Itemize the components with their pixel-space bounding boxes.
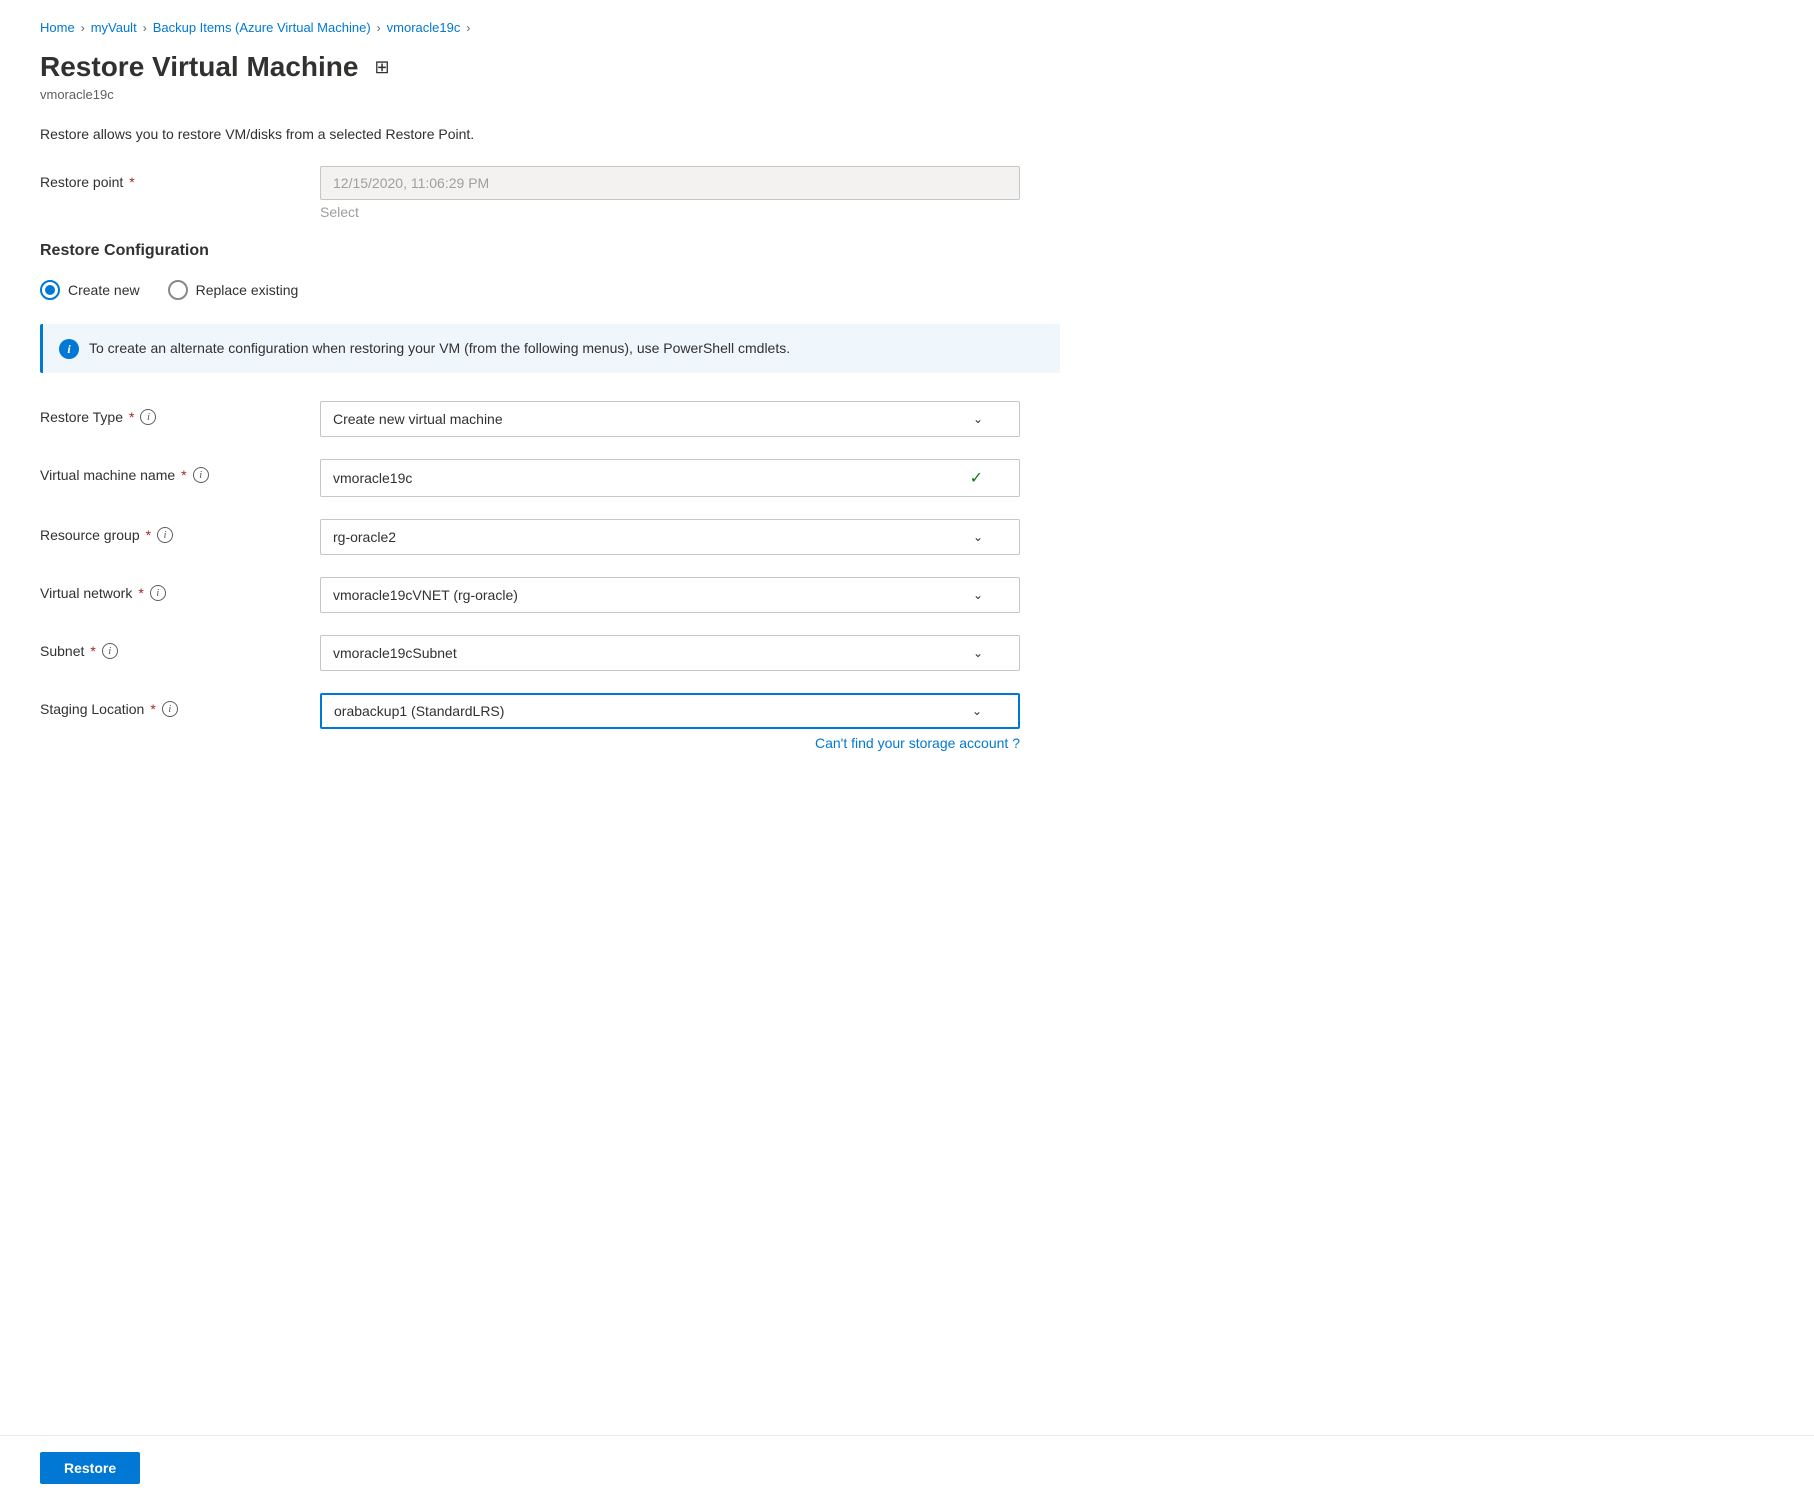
staging-location-control: orabackup1 (StandardLRS) ⌄ Can't find yo… (320, 693, 1020, 751)
radio-replace-existing-circle[interactable] (168, 280, 188, 300)
subnet-required: * (90, 643, 95, 659)
restore-type-chevron: ⌄ (973, 412, 983, 426)
breadcrumb-myvault[interactable]: myVault (91, 20, 137, 35)
virtual-network-dropdown[interactable]: vmoracle19cVNET (rg-oracle) ⌄ (320, 577, 1020, 613)
restore-type-required: * (129, 409, 134, 425)
virtual-network-label: Virtual network * i (40, 577, 320, 601)
restore-config-heading: Restore Configuration (40, 242, 1060, 260)
radio-create-new[interactable]: Create new (40, 280, 140, 300)
staging-location-info-icon[interactable]: i (162, 701, 178, 717)
subnet-label: Subnet * i (40, 635, 320, 659)
subnet-chevron: ⌄ (973, 646, 983, 660)
resource-group-required: * (146, 527, 151, 543)
resource-group-dropdown[interactable]: rg-oracle2 ⌄ (320, 519, 1020, 555)
restore-type-dropdown[interactable]: Create new virtual machine ⌄ (320, 401, 1020, 437)
restore-type-control: Create new virtual machine ⌄ (320, 401, 1020, 437)
info-banner: i To create an alternate configuration w… (40, 324, 1060, 373)
resource-group-label: Resource group * i (40, 519, 320, 543)
vm-name-row: Virtual machine name * i vmoracle19c ✓ (40, 459, 1060, 497)
breadcrumb-sep-3: › (377, 21, 381, 35)
breadcrumb-current: vmoracle19c (387, 20, 461, 35)
breadcrumb-home[interactable]: Home (40, 20, 75, 35)
restore-type-value: Create new virtual machine (333, 411, 503, 427)
info-banner-icon: i (59, 339, 79, 359)
restore-type-row: Restore Type * i Create new virtual mach… (40, 401, 1060, 437)
breadcrumb-sep-1: › (81, 21, 85, 35)
subnet-value: vmoracle19cSubnet (333, 645, 457, 661)
staging-location-dropdown-wrapper: orabackup1 (StandardLRS) ⌄ (320, 693, 1020, 729)
virtual-network-dropdown-wrapper: vmoracle19cVNET (rg-oracle) ⌄ (320, 577, 1020, 613)
restore-point-required: * (129, 174, 134, 190)
vm-name-required: * (181, 467, 186, 483)
radio-create-new-inner (45, 285, 55, 295)
resource-group-row: Resource group * i rg-oracle2 ⌄ (40, 519, 1060, 555)
breadcrumb-sep-4: › (466, 21, 470, 35)
page-description: Restore allows you to restore VM/disks f… (40, 126, 1060, 142)
vm-name-value: vmoracle19c (333, 470, 412, 486)
subnet-dropdown[interactable]: vmoracle19cSubnet ⌄ (320, 635, 1020, 671)
subnet-info-icon[interactable]: i (102, 643, 118, 659)
radio-replace-existing-label: Replace existing (196, 282, 299, 298)
restore-button[interactable]: Restore (40, 1452, 140, 1484)
virtual-network-chevron: ⌄ (973, 588, 983, 602)
page-title: Restore Virtual Machine (40, 51, 358, 83)
virtual-network-control: vmoracle19cVNET (rg-oracle) ⌄ (320, 577, 1020, 613)
staging-location-required: * (150, 701, 155, 717)
restore-type-info-icon[interactable]: i (140, 409, 156, 425)
restore-type-dropdown-wrapper: Create new virtual machine ⌄ (320, 401, 1020, 437)
staging-location-chevron: ⌄ (972, 704, 982, 718)
restore-point-control: 12/15/2020, 11:06:29 PM Select (320, 166, 1020, 220)
staging-location-label: Staging Location * i (40, 693, 320, 717)
radio-replace-existing[interactable]: Replace existing (168, 280, 299, 300)
vm-name-control: vmoracle19c ✓ (320, 459, 1020, 497)
vm-name-label: Virtual machine name * i (40, 459, 320, 483)
breadcrumb-sep-2: › (143, 21, 147, 35)
subnet-row: Subnet * i vmoracle19cSubnet ⌄ (40, 635, 1060, 671)
storage-account-link[interactable]: Can't find your storage account ? (320, 735, 1020, 751)
breadcrumb: Home › myVault › Backup Items (Azure Vir… (40, 20, 1060, 35)
restore-point-label: Restore point * (40, 166, 320, 190)
restore-point-value: 12/15/2020, 11:06:29 PM (333, 175, 1007, 191)
virtual-network-required: * (138, 585, 143, 601)
bottom-bar: Restore (0, 1435, 1814, 1500)
print-icon[interactable]: ⊞ (370, 53, 393, 82)
resource-group-control: rg-oracle2 ⌄ (320, 519, 1020, 555)
radio-create-new-circle[interactable] (40, 280, 60, 300)
info-banner-text: To create an alternate configuration whe… (89, 338, 790, 359)
vm-name-input[interactable]: vmoracle19c ✓ (320, 459, 1020, 497)
virtual-network-row: Virtual network * i vmoracle19cVNET (rg-… (40, 577, 1060, 613)
page-title-row: Restore Virtual Machine ⊞ (40, 51, 1060, 83)
resource-group-chevron: ⌄ (973, 530, 983, 544)
vm-name-info-icon[interactable]: i (193, 467, 209, 483)
virtual-network-value: vmoracle19cVNET (rg-oracle) (333, 587, 518, 603)
staging-location-dropdown[interactable]: orabackup1 (StandardLRS) ⌄ (320, 693, 1020, 729)
restore-point-select-link[interactable]: Select (320, 204, 1020, 220)
subnet-control: vmoracle19cSubnet ⌄ (320, 635, 1020, 671)
restore-type-radio-group: Create new Replace existing (40, 280, 1060, 300)
resource-group-dropdown-wrapper: rg-oracle2 ⌄ (320, 519, 1020, 555)
resource-group-info-icon[interactable]: i (157, 527, 173, 543)
virtual-network-info-icon[interactable]: i (150, 585, 166, 601)
vm-name-checkmark: ✓ (970, 468, 983, 488)
staging-location-row: Staging Location * i orabackup1 (Standar… (40, 693, 1060, 751)
restore-point-container[interactable]: 12/15/2020, 11:06:29 PM (320, 166, 1020, 200)
radio-create-new-label: Create new (68, 282, 140, 298)
staging-location-value: orabackup1 (StandardLRS) (334, 703, 504, 719)
resource-group-value: rg-oracle2 (333, 529, 396, 545)
page-subtitle: vmoracle19c (40, 87, 1060, 102)
restore-type-label: Restore Type * i (40, 401, 320, 425)
breadcrumb-backup-items[interactable]: Backup Items (Azure Virtual Machine) (153, 20, 371, 35)
subnet-dropdown-wrapper: vmoracle19cSubnet ⌄ (320, 635, 1020, 671)
restore-point-row: Restore point * 12/15/2020, 11:06:29 PM … (40, 166, 1060, 220)
